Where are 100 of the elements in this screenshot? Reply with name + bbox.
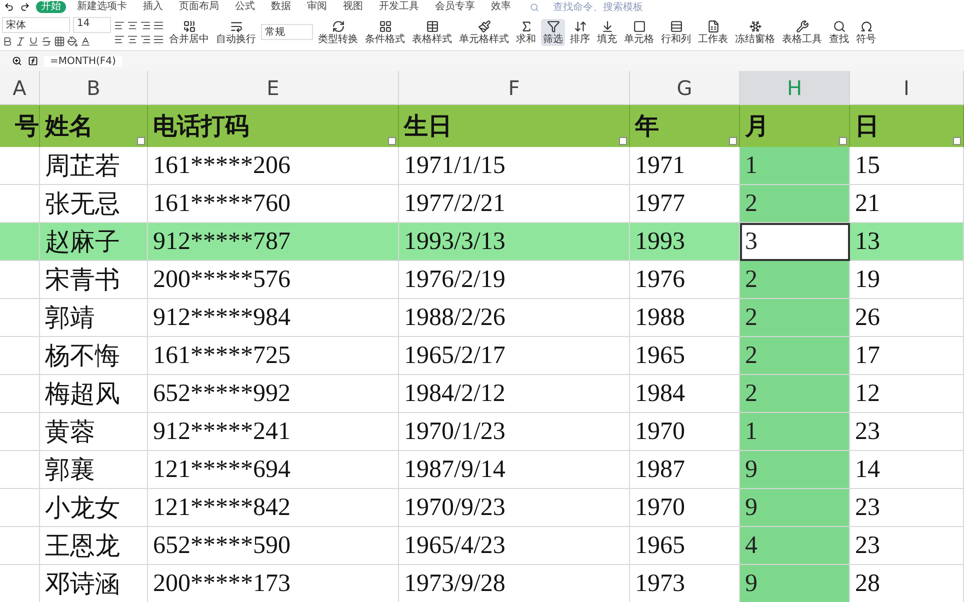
table-icon (426, 20, 438, 32)
menu-tab[interactable]: 会员专享 (430, 1, 480, 13)
justify-icon[interactable] (153, 20, 164, 30)
column-header[interactable]: A (0, 71, 40, 105)
table-cell: 梅超风 (40, 375, 148, 413)
ribbon-button[interactable]: 填充 (595, 18, 619, 46)
table-cell: 1984 (630, 375, 740, 413)
menu-tab[interactable]: 新建选项卡 (72, 1, 132, 13)
ribbon-button[interactable]: 自动换行 (214, 18, 258, 46)
column-header[interactable]: F (399, 71, 630, 105)
ribbon-button[interactable]: 单元格样式 (457, 18, 511, 46)
header-cell: 生日 (399, 105, 630, 147)
table-cell: 161*****206 (148, 147, 399, 185)
table-cell: 14 (850, 451, 964, 489)
filter-dropdown-icon[interactable] (388, 137, 396, 145)
ribbon-button[interactable]: 查找 (827, 18, 851, 46)
formula-field[interactable]: =MONTH(F4) (44, 56, 122, 66)
font-color-icon[interactable] (80, 36, 91, 47)
number-format-field[interactable]: 常规 (261, 24, 313, 40)
table-cell: 1970 (630, 413, 740, 451)
redo-icon[interactable] (20, 2, 30, 12)
table-cell: 王恩龙 (40, 527, 148, 565)
filter-dropdown-icon[interactable] (729, 137, 737, 145)
ribbon-button[interactable]: 表格工具 (780, 18, 824, 46)
align-center-icon[interactable] (127, 20, 138, 30)
table-cell: 1965/2/17 (399, 337, 630, 375)
table-cell: 23 (850, 413, 964, 451)
menu-tab[interactable]: 审阅 (302, 1, 332, 13)
table-cell: 2 (740, 185, 850, 223)
menu-tab[interactable]: 效率 (486, 1, 516, 13)
menu-tab[interactable]: 页面布局 (174, 1, 224, 13)
table-cell: 1988/2/26 (399, 299, 630, 337)
table-cell: 1965 (630, 527, 740, 565)
border-icon[interactable] (54, 36, 65, 47)
ribbon-button[interactable]: 冻结窗格 (733, 18, 777, 46)
ribbon-button[interactable]: 类型转换 (316, 18, 360, 46)
sheet-icon (706, 20, 720, 32)
align-right-icon[interactable] (140, 20, 151, 30)
table-cell: 17 (850, 337, 964, 375)
ribbon-button[interactable]: 合并居中 (167, 18, 211, 46)
table-cell: 3 (740, 223, 850, 261)
align-center-icon[interactable] (127, 34, 138, 44)
menu-tab[interactable]: 视图 (338, 1, 368, 13)
column-header[interactable]: B (40, 71, 148, 105)
zoom-icon[interactable] (12, 56, 22, 66)
filter-dropdown-icon[interactable] (137, 137, 145, 145)
table-cell: 161*****760 (148, 185, 399, 223)
filter-dropdown-icon[interactable] (619, 137, 627, 145)
font-name-field[interactable]: 宋体 (2, 17, 70, 33)
sigma-icon (520, 20, 532, 32)
justify-icon[interactable] (153, 34, 164, 44)
column-header[interactable]: I (850, 71, 964, 105)
ribbon-button[interactable]: 求和 (514, 18, 538, 46)
menu-tab[interactable]: 公式 (230, 1, 260, 13)
menu-tab[interactable]: 开发工具 (374, 1, 424, 13)
table-cell: 4 (740, 527, 850, 565)
filter-dropdown-icon[interactable] (953, 137, 961, 145)
header-cell: 月 (740, 105, 850, 147)
table-cell: 1970 (630, 489, 740, 527)
search-icon[interactable] (530, 2, 539, 12)
menu-tab[interactable]: 数据 (266, 1, 296, 13)
filter-icon (546, 20, 560, 32)
italic-icon[interactable] (15, 36, 26, 47)
table-cell: 9 (740, 451, 850, 489)
ribbon-button[interactable]: 筛选 (541, 18, 565, 46)
table-cell: 912*****984 (148, 299, 399, 337)
table-cell: 1970/1/23 (399, 413, 630, 451)
brush-icon (478, 20, 490, 32)
ribbon-button[interactable]: 工作表 (696, 18, 730, 46)
snowflake-icon (748, 20, 762, 32)
function-icon[interactable] (28, 56, 38, 66)
font-size-field[interactable]: 14 (73, 17, 111, 33)
strikethrough-icon[interactable] (41, 36, 52, 47)
table-cell: 黄蓉 (40, 413, 148, 451)
fill-color-icon[interactable] (67, 36, 78, 47)
table-cell: 9 (740, 565, 850, 602)
undo-icon[interactable] (4, 2, 14, 12)
ribbon-button[interactable]: 行和列 (659, 18, 693, 46)
filter-dropdown-icon[interactable] (839, 137, 847, 145)
table-cell: 652*****590 (148, 527, 399, 565)
ribbon-button[interactable]: 符号 (854, 18, 878, 46)
table-cell: 1987/9/14 (399, 451, 630, 489)
table-cell: 赵麻子 (40, 223, 148, 261)
table-cell: 1977/2/21 (399, 185, 630, 223)
bold-icon[interactable] (2, 36, 13, 47)
ribbon-button[interactable]: 单元格 (622, 18, 656, 46)
table-cell: 1993/3/13 (399, 223, 630, 261)
align-right-icon[interactable] (140, 34, 151, 44)
table-cell: 200*****576 (148, 261, 399, 299)
table-cell: 1971 (630, 147, 740, 185)
menu-tab[interactable]: 插入 (138, 1, 168, 13)
align-left-icon[interactable] (114, 20, 125, 30)
column-header[interactable]: E (148, 71, 399, 105)
underline-icon[interactable] (28, 36, 39, 47)
align-left-icon[interactable] (114, 34, 125, 44)
column-header[interactable]: G (630, 71, 740, 105)
ribbon-button[interactable]: 表格样式 (410, 18, 454, 46)
table-cell: 1993 (630, 223, 740, 261)
ribbon-button[interactable]: 排序 (568, 18, 592, 46)
ribbon-button[interactable]: 条件格式 (363, 18, 407, 46)
